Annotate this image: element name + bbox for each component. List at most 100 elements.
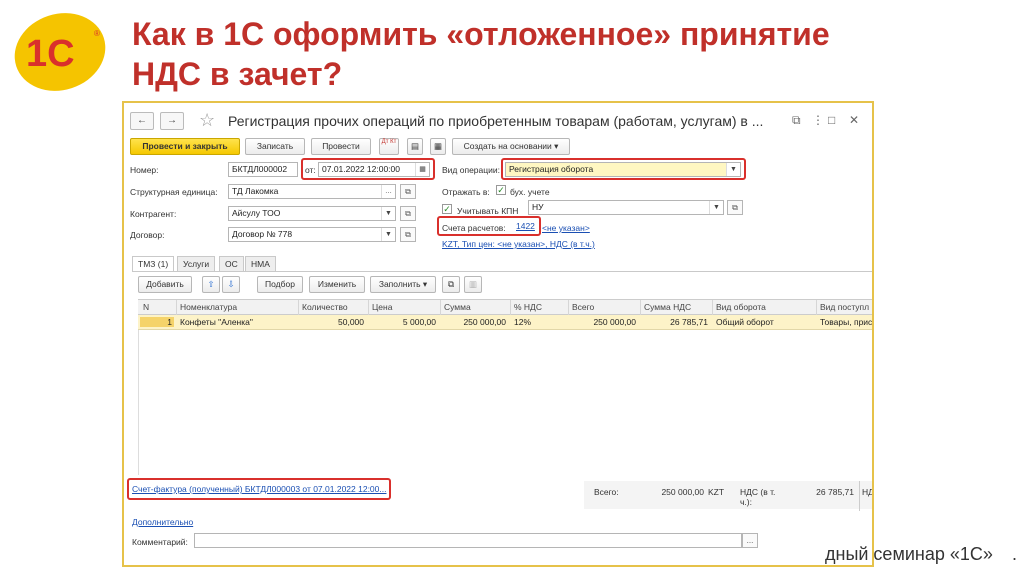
paste-icon[interactable]: ▥ xyxy=(464,276,482,293)
col-vat-sum[interactable]: Сумма НДС xyxy=(644,302,691,312)
document-window: ← → ☆ Регистрация прочих операций по при… xyxy=(122,101,874,567)
save-button[interactable]: Записать xyxy=(245,138,305,155)
open-icon[interactable]: ⧉ xyxy=(727,200,743,215)
cell-quantity[interactable]: 50,000 xyxy=(298,317,364,327)
cell-vat-rate[interactable]: 12% xyxy=(514,317,531,327)
contractor-field[interactable]: Айсулу ТОО ▼ xyxy=(228,206,396,221)
grid-icon[interactable]: ▦ xyxy=(430,138,446,155)
open-icon[interactable]: ⧉ xyxy=(400,227,416,242)
close-icon[interactable]: ✕ xyxy=(849,113,859,127)
maximize-icon[interactable]: □ xyxy=(828,113,835,127)
col-total[interactable]: Всего xyxy=(572,302,594,312)
move-up-icon[interactable]: ⇧ xyxy=(202,276,220,293)
select-icon[interactable]: … xyxy=(381,185,395,198)
struct-unit-field[interactable]: ТД Лакомка… xyxy=(228,184,396,199)
slide-title-line2: НДС в зачет? xyxy=(132,56,343,92)
post-button[interactable]: Провести xyxy=(311,138,371,155)
move-down-icon[interactable]: ⇩ xyxy=(222,276,240,293)
cell-nomenclature[interactable]: Конфеты "Аленка" xyxy=(180,317,253,327)
forward-button[interactable]: → xyxy=(160,112,184,130)
invoice-link[interactable]: Счет-фактура (полученный) БКТДЛ000003 от… xyxy=(132,484,386,494)
total-value: 250 000,00 xyxy=(661,487,704,497)
number-field[interactable]: БКТДЛ000002 xyxy=(228,162,298,177)
more-link[interactable]: Дополнительно xyxy=(132,517,193,527)
col-quantity[interactable]: Количество xyxy=(302,302,348,312)
date-field[interactable]: 07.01.2022 12:00:00 ▦ xyxy=(318,162,430,177)
fill-button[interactable]: Заполнить ▾ xyxy=(370,276,436,293)
slide-title-line1: Как в 1С оформить «отложенное» принятие xyxy=(132,16,830,52)
bu-label: бух. учете xyxy=(510,187,550,197)
accounts-link[interactable]: 1422 xyxy=(516,221,535,231)
create-based-on-button[interactable]: Создать на основании ▾ xyxy=(452,138,570,155)
copy-icon[interactable]: ⧉ xyxy=(442,276,460,293)
slide-footer-dot: . xyxy=(1012,544,1018,564)
dt-kt-icon[interactable]: Дт Кт xyxy=(379,138,399,155)
svg-text:1С: 1С xyxy=(26,33,75,75)
col-vat-rate[interactable]: % НДС xyxy=(514,302,542,312)
select-button[interactable]: Подбор xyxy=(257,276,303,293)
col-n[interactable]: N xyxy=(143,302,149,312)
chevron-down-icon[interactable]: ▼ xyxy=(709,201,723,214)
svg-text:®: ® xyxy=(94,29,100,38)
cell-receipt-type[interactable]: Товары, прис xyxy=(820,317,872,327)
cell-sum[interactable]: 250 000,00 xyxy=(440,317,506,327)
chevron-down-icon[interactable]: ▼ xyxy=(381,207,395,220)
change-button[interactable]: Изменить xyxy=(309,276,365,293)
tabs-divider xyxy=(132,271,872,272)
cell-total[interactable]: 250 000,00 xyxy=(568,317,636,327)
add-row-button[interactable]: Добавить xyxy=(138,276,192,293)
col-sum[interactable]: Сумма xyxy=(444,302,471,312)
tab-nma[interactable]: НМА xyxy=(245,256,276,272)
col-turnover-type[interactable]: Вид оборота xyxy=(716,302,766,312)
window-title: Регистрация прочих операций по приобрете… xyxy=(228,113,764,129)
1c-logo: 1С ® xyxy=(14,13,106,91)
comment-label: Комментарий: xyxy=(132,537,188,547)
table-row[interactable]: 1 Конфеты "Аленка" 50,000 5 000,00 250 0… xyxy=(138,315,872,330)
tab-os[interactable]: ОС xyxy=(219,256,244,272)
link-icon[interactable]: ⧉ xyxy=(792,113,801,128)
calendar-icon[interactable]: ▦ xyxy=(415,163,429,176)
chevron-down-icon[interactable]: ▼ xyxy=(726,163,740,176)
vat-label: НДС (в т. ч.): xyxy=(740,487,776,507)
col-receipt-type[interactable]: Вид поступл xyxy=(820,302,869,312)
contract-field[interactable]: Договор № 778 ▼ xyxy=(228,227,396,242)
more-icon[interactable]: ⋮ xyxy=(812,113,824,127)
cell-turnover-type[interactable]: Общий оборот xyxy=(716,317,774,327)
back-button[interactable]: ← xyxy=(130,112,154,130)
slide-title: Как в 1С оформить «отложенное» принятие … xyxy=(132,14,1012,94)
tab-services[interactable]: Услуги xyxy=(177,256,216,272)
table-body xyxy=(138,315,872,475)
report-icon[interactable]: ▤ xyxy=(407,138,423,155)
tab-tmz[interactable]: ТМЗ (1) xyxy=(132,256,175,272)
operation-type-label: Вид операции: xyxy=(442,165,500,175)
post-and-close-button[interactable]: Провести и закрыть xyxy=(130,138,240,155)
cell-vat-sum[interactable]: 26 785,71 xyxy=(640,317,708,327)
open-icon[interactable]: ⧉ xyxy=(400,206,416,221)
vat-tail-label: НД xyxy=(862,487,874,497)
operation-type-select[interactable]: Регистрация оборота ▼ xyxy=(505,162,741,177)
vat-value: 26 785,71 xyxy=(816,487,854,497)
col-price[interactable]: Цена xyxy=(372,302,392,312)
favorite-star-icon[interactable]: ☆ xyxy=(199,110,215,131)
cell-n[interactable]: 1 xyxy=(140,317,174,327)
reflect-label: Отражать в: xyxy=(442,187,490,197)
kpn-checkbox[interactable]: ✓ xyxy=(442,204,452,214)
kpn-select[interactable]: НУ ▼ xyxy=(528,200,724,215)
kpn-label: Учитывать КПН xyxy=(457,206,519,216)
table-header: N Номенклатура Количество Цена Сумма % Н… xyxy=(138,299,872,316)
accounts-link-unset[interactable]: <не указан> xyxy=(542,223,590,233)
comment-field[interactable] xyxy=(194,533,742,548)
col-nomenclature[interactable]: Номенклатура xyxy=(180,302,237,312)
open-icon[interactable]: ⧉ xyxy=(400,184,416,199)
cell-price[interactable]: 5 000,00 xyxy=(368,317,436,327)
total-label: Всего: xyxy=(594,487,619,497)
currency-label: KZT xyxy=(708,487,725,497)
chevron-down-icon[interactable]: ▼ xyxy=(381,228,395,241)
date-from-label: от: xyxy=(305,165,316,175)
number-label: Номер: xyxy=(130,165,159,175)
comment-edit-button[interactable]: ... xyxy=(742,533,758,548)
price-type-link[interactable]: KZT, Тип цен: <не указан>, НДС (в т.ч.) xyxy=(442,239,595,249)
struct-unit-label: Структурная единица: xyxy=(130,187,218,197)
slide-footer: дный семинар «1С» xyxy=(825,544,993,564)
bu-checkbox[interactable]: ✓ xyxy=(496,185,506,195)
